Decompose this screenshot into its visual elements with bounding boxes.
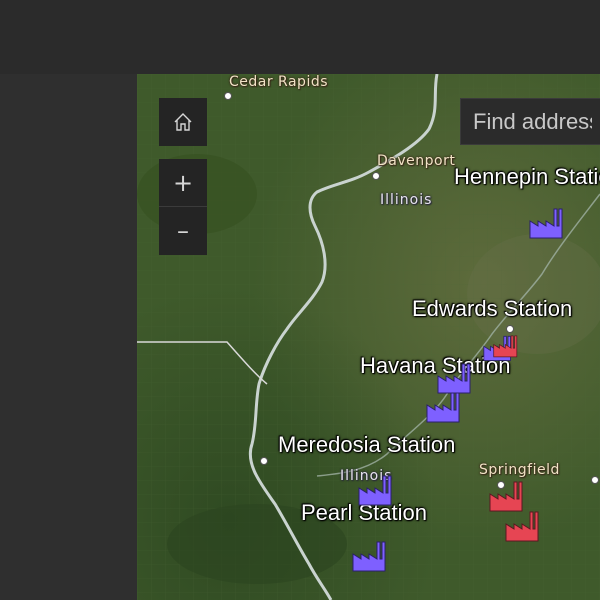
city-label-cedar-rapids: Cedar Rapids	[229, 74, 329, 90]
search-input[interactable]	[473, 99, 592, 144]
map-view[interactable]: + – Cedar Rapids Davenport Illinois Spri…	[137, 74, 600, 600]
home-button[interactable]	[159, 98, 207, 146]
search-box	[460, 98, 600, 145]
city-dot-cedar-rapids	[224, 92, 232, 100]
side-panel	[0, 74, 137, 600]
zoom-out-button[interactable]: –	[159, 207, 207, 255]
minus-icon: –	[177, 217, 189, 245]
power-plant-icon-pearl[interactable]	[352, 540, 388, 572]
power-plant-icon-meredosia[interactable]	[358, 474, 394, 506]
city-dot-meredosia	[260, 457, 268, 465]
plus-icon: +	[172, 168, 194, 197]
power-plant-icon-hennepin[interactable]	[529, 207, 565, 239]
power-plant-icon-havana-1[interactable]	[437, 362, 473, 394]
power-plant-icon-springfield-2[interactable]	[505, 510, 541, 542]
city-dot-davenport	[372, 172, 380, 180]
zoom-controls: + –	[159, 159, 207, 255]
home-icon	[174, 113, 192, 131]
power-plant-icon-edwards-red[interactable]	[493, 330, 519, 362]
city-dot-east	[591, 476, 599, 484]
power-plant-icon-havana-2[interactable]	[426, 391, 462, 423]
station-label-hennepin: Hennepin Station	[454, 164, 600, 189]
power-plant-icon-springfield-1[interactable]	[489, 480, 525, 512]
city-label-davenport: Davenport	[377, 153, 456, 169]
station-label-edwards: Edwards Station	[412, 296, 573, 321]
zoom-in-button[interactable]: +	[159, 159, 207, 207]
top-bar	[0, 0, 600, 74]
region-label-illinois-north: Illinois	[380, 192, 433, 208]
station-label-meredosia: Meredosia Station	[278, 432, 456, 457]
city-label-springfield: Springfield	[479, 462, 560, 478]
